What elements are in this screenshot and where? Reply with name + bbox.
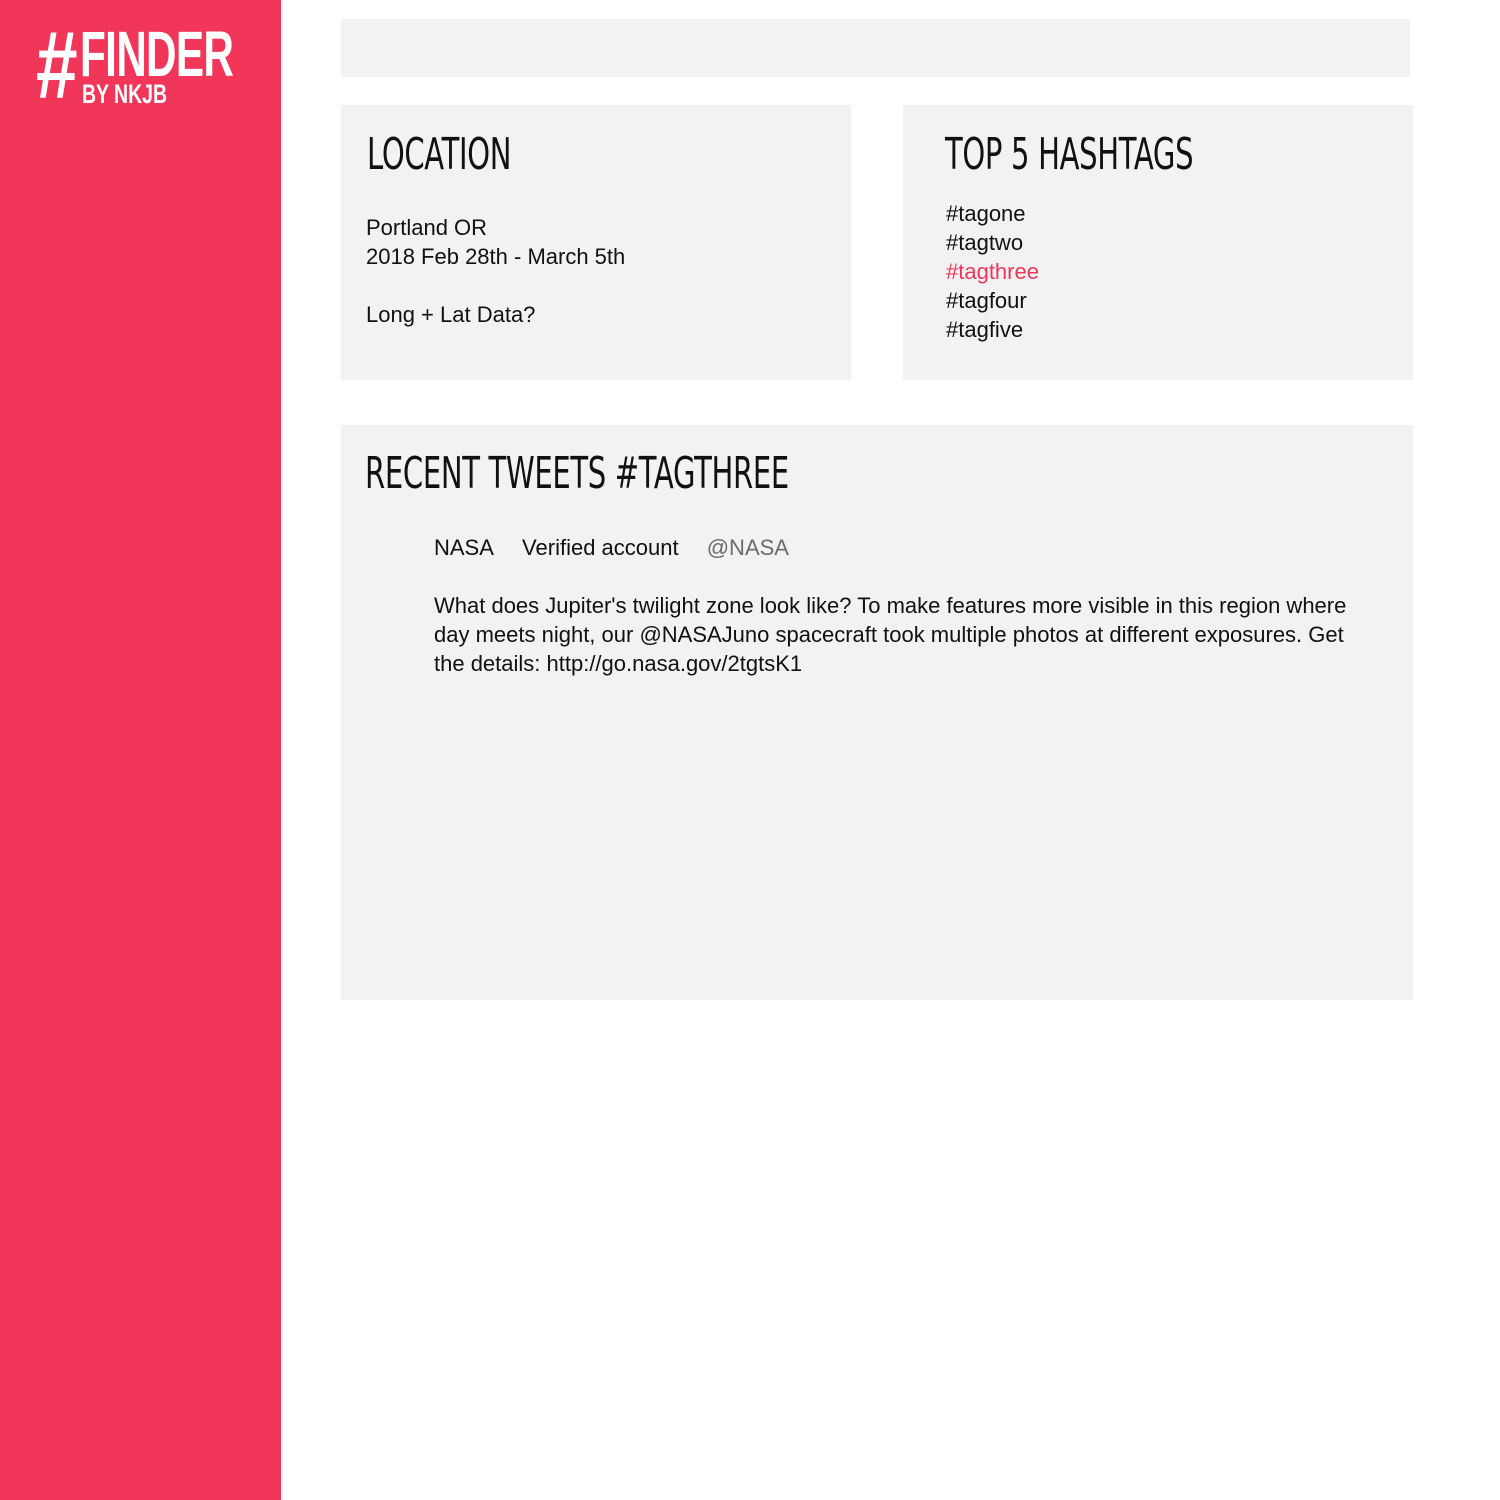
hashtag-item-tagfive[interactable]: #tagfive [946, 315, 1039, 344]
brand-logo[interactable]: # FINDER BY NKJB [36, 12, 246, 119]
location-panel: LOCATION Portland OR 2018 Feb 28th - Mar… [341, 105, 851, 380]
location-date-range: 2018 Feb 28th - March 5th [366, 244, 626, 269]
search-input[interactable] [341, 19, 1410, 77]
hashtag-item-tagthree[interactable]: #tagthree [946, 257, 1039, 286]
tweet-text: What does Jupiter's twilight zone look l… [434, 593, 1347, 676]
location-details: Portland OR 2018 Feb 28th - March 5th Lo… [366, 213, 625, 329]
location-title: LOCATION [367, 129, 512, 180]
sidebar: # FINDER BY NKJB [0, 0, 281, 1500]
recent-tweets-panel: RECENT TWEETS #TAGTHREE NASA Verified ac… [341, 425, 1413, 1000]
tweet-author-name[interactable]: NASA [434, 535, 494, 560]
brand-byline: BY NKJB [82, 79, 167, 109]
tweet-verified-badge: Verified account [522, 535, 679, 560]
hashtag-list: #tagone #tagtwo #tagthree #tagfour #tagf… [946, 199, 1039, 344]
location-place: Portland OR [366, 215, 488, 240]
tweet-author-handle[interactable]: @NASA [707, 535, 789, 560]
hashtag-item-tagfour[interactable]: #tagfour [946, 286, 1039, 315]
brand-name: FINDER [80, 18, 234, 90]
tweet-card: NASA Verified account @NASA What does Ju… [434, 533, 1374, 678]
tweet-header: NASA Verified account @NASA [434, 533, 1374, 562]
location-coords-note: Long + Lat Data? [366, 302, 536, 327]
recent-tweets-title: RECENT TWEETS #TAGTHREE [365, 448, 789, 499]
hashtags-title: TOP 5 HASHTAGS [945, 129, 1194, 180]
hashtag-item-tagone[interactable]: #tagone [946, 199, 1039, 228]
hashtag-item-tagtwo[interactable]: #tagtwo [946, 228, 1039, 257]
hash-logo-mark: # [36, 12, 78, 119]
hashtags-panel: TOP 5 HASHTAGS #tagone #tagtwo #tagthree… [903, 105, 1413, 380]
